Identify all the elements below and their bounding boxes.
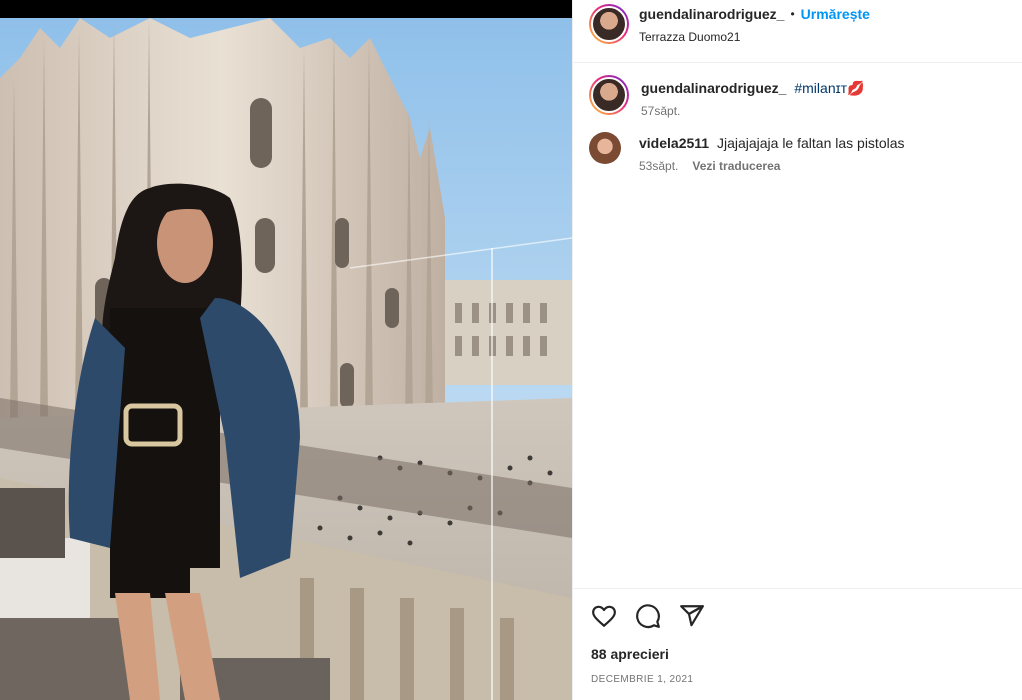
author-avatar[interactable] bbox=[589, 4, 629, 44]
post-dialog: guendalinarodriguez_ • Urmărește Terrazz… bbox=[0, 0, 1022, 700]
action-bar bbox=[573, 588, 1022, 629]
heart-icon[interactable] bbox=[591, 603, 617, 629]
caption-avatar[interactable] bbox=[589, 75, 629, 115]
comment-username[interactable]: videla2511 bbox=[639, 135, 709, 151]
image-top-bar bbox=[0, 0, 572, 18]
comments-list: guendalinarodriguez_ #milanɪᴛ💋 57săpt. v… bbox=[573, 63, 1022, 173]
comment-time[interactable]: 53săpt. bbox=[639, 159, 678, 173]
commenter-avatar[interactable] bbox=[589, 132, 621, 164]
post-date: DECEMBRIE 1, 2021 bbox=[591, 674, 694, 685]
caption-hashtag[interactable]: #milanɪᴛ bbox=[794, 80, 847, 96]
caption: guendalinarodriguez_ #milanɪᴛ💋 57săpt. bbox=[589, 75, 1006, 118]
post-side-panel: guendalinarodriguez_ • Urmărește Terrazz… bbox=[572, 0, 1022, 700]
caption-username[interactable]: guendalinarodriguez_ bbox=[641, 80, 786, 96]
share-icon[interactable] bbox=[679, 603, 705, 629]
comment-icon[interactable] bbox=[635, 603, 661, 629]
comment-item: videla2511 Jjajajajaja le faltan las pis… bbox=[589, 132, 1006, 173]
follow-button[interactable]: Urmărește bbox=[801, 6, 870, 22]
caption-time[interactable]: 57săpt. bbox=[641, 104, 680, 118]
location-link[interactable]: Terrazza Duomo21 bbox=[639, 30, 870, 44]
post-photo bbox=[0, 18, 572, 700]
post-header: guendalinarodriguez_ • Urmărește Terrazz… bbox=[573, 0, 1022, 63]
see-translation-button[interactable]: Vezi traducerea bbox=[692, 159, 780, 173]
likes-count[interactable]: 88 aprecieri bbox=[591, 646, 669, 662]
separator-dot: • bbox=[790, 7, 795, 21]
comment-text: Jjajajajaja le faltan las pistolas bbox=[716, 135, 905, 151]
author-username[interactable]: guendalinarodriguez_ bbox=[639, 6, 784, 22]
post-image[interactable] bbox=[0, 0, 572, 700]
kiss-emoji: 💋 bbox=[847, 80, 865, 96]
